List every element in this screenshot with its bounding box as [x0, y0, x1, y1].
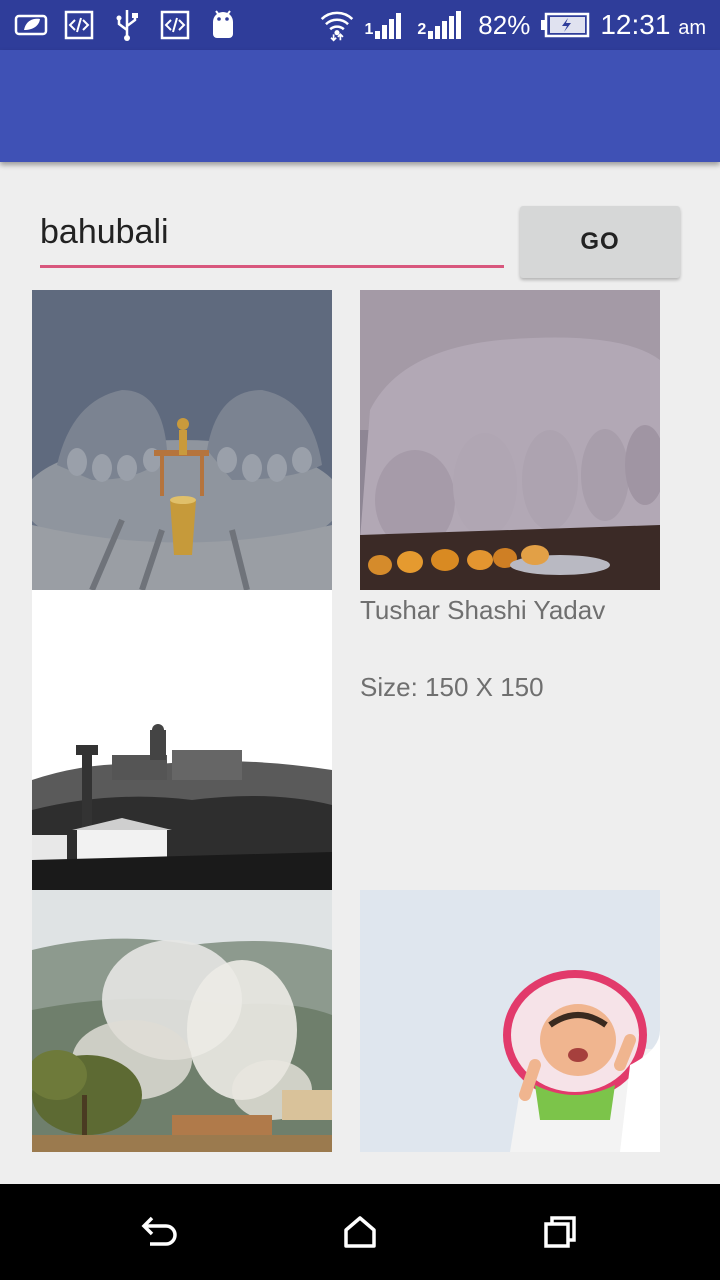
battery-percentage: 82% — [478, 9, 531, 40]
leaf-icon — [14, 8, 48, 42]
search-input[interactable] — [40, 204, 504, 268]
app-bar — [0, 50, 720, 162]
result-image[interactable] — [32, 290, 332, 590]
code-icon — [62, 8, 96, 42]
back-icon[interactable] — [132, 1204, 188, 1260]
result-image[interactable] — [32, 890, 332, 1152]
result-image[interactable] — [360, 890, 660, 1152]
result-image[interactable] — [32, 590, 332, 890]
result-author: Tushar Shashi Yadav — [360, 595, 606, 625]
home-icon[interactable] — [332, 1204, 388, 1260]
signal-icon: 2 — [417, 11, 468, 39]
go-button[interactable]: GO — [520, 206, 680, 278]
clock: 12:31 am — [600, 9, 706, 40]
battery-icon — [540, 8, 590, 42]
status-bar: 1 2 82% 12:31 am — [0, 0, 720, 50]
signal-icon: 1 — [364, 11, 407, 39]
result-size: Size: 150 X 150 — [360, 672, 544, 702]
android-icon — [206, 8, 240, 42]
usb-icon — [110, 8, 144, 42]
navigation-bar — [0, 1184, 720, 1280]
recents-icon[interactable] — [532, 1204, 588, 1260]
code-icon — [158, 8, 192, 42]
result-image[interactable] — [360, 290, 660, 590]
wifi-icon — [320, 8, 354, 42]
